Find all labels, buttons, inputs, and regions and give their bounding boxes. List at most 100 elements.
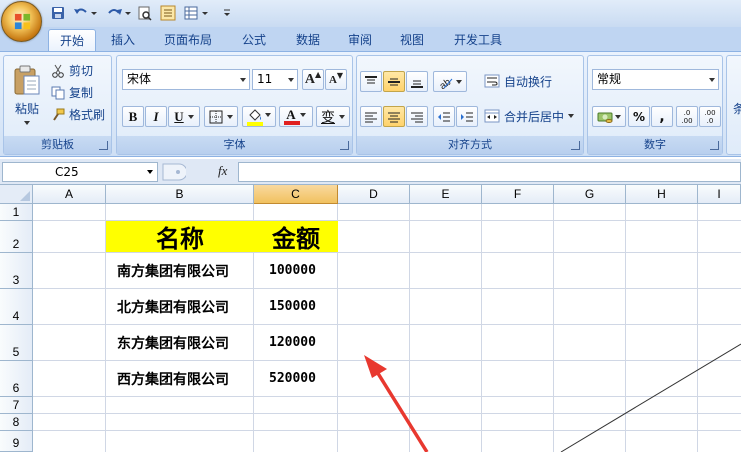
phonetic-guide-button[interactable]: 变 [316,106,350,127]
table-icon[interactable] [181,4,213,22]
column-header-b[interactable]: B [106,185,254,204]
formula-bar-resize-icon[interactable] [160,162,186,182]
orientation-button[interactable]: ab [433,71,467,92]
increase-decimal-button[interactable]: .0 .00 [676,106,698,127]
accounting-format-button[interactable] [592,106,626,127]
align-left-button[interactable] [360,106,382,127]
merge-center-dropdown-arrow[interactable] [568,114,575,118]
copy-button[interactable]: 复制 [50,83,108,102]
row-header-4[interactable]: 4 [0,289,33,325]
align-middle-button[interactable] [383,71,405,92]
row-header-2[interactable]: 2 [0,221,33,253]
column-header-d[interactable]: D [338,185,410,204]
tab-formulas[interactable]: 公式 [230,29,278,52]
formula-input[interactable] [238,162,741,182]
decrease-indent-button[interactable] [433,106,455,127]
row-header-5[interactable]: 5 [0,325,33,361]
row-header-7[interactable]: 7 [0,397,33,414]
font-dialog-launcher[interactable] [340,141,349,150]
cut-button[interactable]: 剪切 [50,61,108,80]
font-name-dropdown-arrow[interactable] [240,78,246,82]
comma-style-button[interactable]: , [651,106,673,127]
orientation-dropdown-arrow[interactable] [456,79,462,84]
borders-dropdown-arrow[interactable] [227,114,233,119]
tab-page-layout[interactable]: 页面布局 [152,29,224,52]
font-color-dropdown-arrow[interactable] [299,112,306,117]
align-center-button[interactable] [383,106,405,127]
column-header-f[interactable]: F [482,185,554,204]
shrink-font-button[interactable]: A ▼ [325,69,347,90]
cell-c3-amount[interactable]: 100000 [254,253,337,288]
name-box-dropdown-arrow[interactable] [147,170,153,174]
format-painter-button[interactable]: 格式刷 [50,105,112,124]
paste-button[interactable]: 粘贴 [8,59,46,129]
font-size-dropdown-arrow[interactable] [288,78,294,82]
clipboard-dialog-launcher[interactable] [99,141,108,150]
alignment-dialog-launcher[interactable] [571,141,580,150]
borders-button[interactable] [204,106,238,127]
cell-b6-company[interactable]: 西方集团有限公司 [106,361,253,396]
worksheet-grid[interactable]: A B C D E F G H I 1 2 3 4 5 6 7 8 9 名称 金… [0,185,741,452]
font-name-combo[interactable]: 宋体 [122,69,250,90]
increase-indent-button[interactable] [456,106,478,127]
row-header-8[interactable]: 8 [0,414,33,431]
number-dialog-launcher[interactable] [710,141,719,150]
print-preview-icon[interactable] [136,4,154,22]
phonetic-dropdown-arrow[interactable] [339,114,345,119]
underline-dropdown-arrow[interactable] [187,114,194,119]
italic-button[interactable]: I [145,106,167,127]
fill-color-dropdown-arrow[interactable] [265,112,271,117]
number-format-combo[interactable]: 常规 [592,69,719,90]
select-all-corner[interactable] [0,185,33,204]
wrap-text-button[interactable]: 自动换行 [483,70,583,92]
tab-data[interactable]: 数据 [284,29,332,52]
column-header-c[interactable]: C [254,185,338,204]
number-format-dropdown-arrow[interactable] [709,78,715,82]
cell-c5-amount[interactable]: 120000 [254,325,337,360]
name-box[interactable]: C25 [2,162,158,182]
cell-b3-company[interactable]: 南方集团有限公司 [106,253,253,288]
percent-style-button[interactable]: % [628,106,650,127]
font-color-button[interactable]: A [279,106,313,127]
cell-c6-amount[interactable]: 520000 [254,361,337,396]
form-icon[interactable] [158,4,178,22]
cell-c4-amount[interactable]: 150000 [254,289,337,324]
cell-c2-amount-header[interactable]: 金额 [254,221,338,253]
font-size-combo[interactable]: 11 [252,69,298,90]
cell-b4-company[interactable]: 北方集团有限公司 [106,289,253,324]
tab-home[interactable]: 开始 [48,29,96,52]
column-header-i[interactable]: I [698,185,741,204]
tab-developer[interactable]: 开发工具 [443,29,513,52]
underline-button[interactable]: U [168,106,200,127]
row-header-6[interactable]: 6 [0,361,33,397]
align-right-button[interactable] [406,106,428,127]
customize-toolbar-icon[interactable] [220,4,234,22]
save-icon[interactable] [49,4,67,22]
fill-color-button[interactable] [242,106,276,127]
column-header-g[interactable]: G [554,185,626,204]
paste-dropdown-arrow[interactable] [24,120,30,125]
column-header-a[interactable]: A [33,185,106,204]
conditional-format-label-partial[interactable]: 条 [733,100,741,117]
tab-view[interactable]: 视图 [388,29,436,52]
undo-icon[interactable] [70,4,100,22]
align-top-button[interactable] [360,71,382,92]
merge-center-button[interactable]: 合并后居中 [483,105,583,127]
cell-b5-company[interactable]: 东方集团有限公司 [106,325,253,360]
row-header-3[interactable]: 3 [0,253,33,289]
bold-button[interactable]: B [122,106,144,127]
redo-icon[interactable] [104,4,134,22]
tab-insert[interactable]: 插入 [100,29,146,52]
column-header-h[interactable]: H [626,185,698,204]
row-header-1[interactable]: 1 [0,204,33,221]
row-header-9[interactable]: 9 [0,431,33,452]
cell-b2-name-header[interactable]: 名称 [106,221,254,253]
grow-font-button[interactable]: A ▲ [302,69,324,90]
align-bottom-button[interactable] [406,71,428,92]
insert-function-icon[interactable]: fx [218,163,227,179]
tab-review[interactable]: 审阅 [336,29,384,52]
decrease-decimal-button[interactable]: .00 .0 [699,106,721,127]
column-header-e[interactable]: E [410,185,482,204]
accounting-dropdown-arrow[interactable] [615,114,621,119]
office-button[interactable] [1,1,42,42]
